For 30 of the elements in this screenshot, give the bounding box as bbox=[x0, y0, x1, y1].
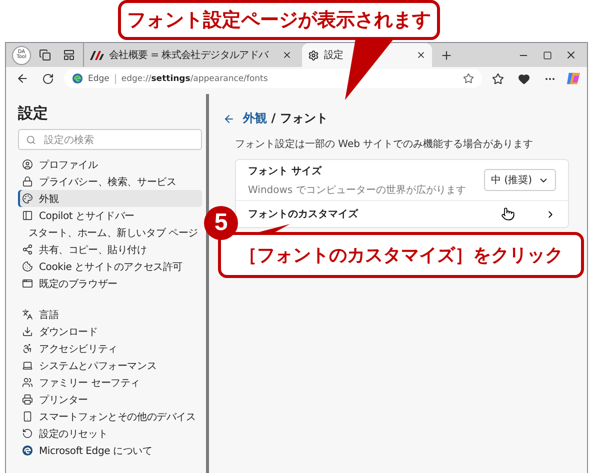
sidebar-item[interactable]: スマートフォンとその他のデバイス bbox=[18, 408, 202, 425]
sidebar-item[interactable]: システムとパフォーマンス bbox=[18, 357, 202, 374]
sidebar-item[interactable]: 外観 bbox=[18, 190, 202, 207]
sidebar-item[interactable]: 言語 bbox=[18, 306, 202, 323]
callout-bubble: ［フォントのカスタマイズ］をクリック bbox=[218, 232, 584, 278]
setting-description: Windows でコンピューターの世界が広がります bbox=[248, 184, 467, 196]
search-field[interactable]: 設定の検索 bbox=[18, 129, 202, 150]
breadcrumb-link[interactable]: 外観 bbox=[243, 111, 267, 125]
sidebar-item[interactable]: プリンター bbox=[18, 391, 202, 408]
sidebar-item[interactable]: プライバシー、検索、サービス bbox=[18, 173, 202, 190]
sidebar-item[interactable]: スタート、ホーム、新しいタブ ページ bbox=[18, 224, 202, 241]
sidebar-item[interactable]: 共有、コピー、貼り付け bbox=[18, 241, 202, 258]
address-bar[interactable]: Edge edge://settings/appearance/fonts bbox=[64, 69, 482, 88]
sidebar-title: 設定 bbox=[18, 104, 49, 123]
sidebar-item[interactable]: 設定のリセット bbox=[18, 425, 202, 442]
sidebar-item[interactable]: 既定のブラウザー bbox=[18, 275, 202, 292]
sidebar-item[interactable]: Microsoft Edge について bbox=[18, 442, 202, 459]
setting-label: フォント サイズ bbox=[248, 164, 323, 178]
setting-label: フォントのカスタマイズ bbox=[248, 208, 360, 221]
sidebar-item[interactable]: Cookie とサイトのアクセス許可 bbox=[18, 258, 202, 275]
sidebar-item[interactable]: ファミリー セーフティ bbox=[18, 374, 202, 391]
sidebar-item[interactable]: ダウンロード bbox=[18, 323, 202, 340]
page-title: / フォント bbox=[270, 111, 328, 125]
settings-row[interactable]: フォントのカスタマイズ bbox=[236, 200, 568, 227]
sidebar-item[interactable]: プロファイル bbox=[18, 156, 202, 173]
font-size-dropdown[interactable]: 中 (推奨) bbox=[484, 169, 556, 191]
sidebar-item[interactable]: アクセシビリティ bbox=[18, 340, 202, 357]
callout-bubble: フォント設定ページが表示されます bbox=[118, 0, 440, 40]
info-text: フォント設定は一部の Web サイトでのみ機能する場合があります bbox=[235, 138, 534, 151]
sidebar-item[interactable]: Copilot とサイドバー bbox=[18, 207, 202, 224]
